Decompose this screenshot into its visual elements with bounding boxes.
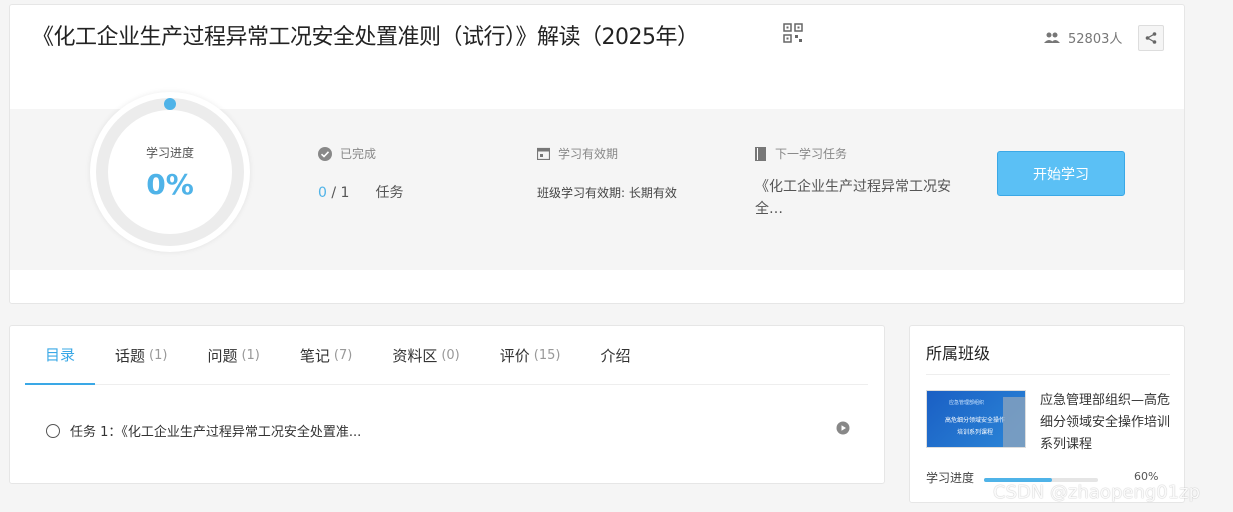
qr-code-icon[interactable] — [783, 23, 803, 43]
validity-stat: 学习有效期 班级学习有效期: 长期有效 — [537, 145, 677, 201]
next-task-stat: 下一学习任务 《化工企业生产过程异常工况安全… — [755, 145, 975, 220]
share-button[interactable] — [1138, 25, 1164, 51]
class-card-title: 所属班级 — [926, 344, 991, 363]
calendar-icon — [537, 147, 550, 160]
tab-4[interactable]: 资料区 (0) — [372, 326, 479, 385]
course-content-card: 目录 话题 (1) 问题 (1) 笔记 (7) 资料区 (0) 评价 (15) 介绍 任务 1：《化工… — [9, 325, 885, 484]
completed-stat: 已完成 0 / 1 任务 — [318, 145, 403, 202]
play-icon[interactable] — [836, 421, 850, 435]
class-thumbnail[interactable]: 应急管理部组织 高危细分领域安全操作 培训系列课程 — [926, 390, 1026, 448]
tab-count: (1) — [241, 348, 260, 363]
building-image — [1003, 397, 1025, 447]
tab-label: 评价 — [499, 347, 530, 365]
validity-label: 学习有效期 — [558, 147, 619, 161]
progress-ring: 学习进度 0% — [90, 92, 250, 252]
tab-label: 目录 — [45, 346, 76, 364]
next-task-label: 下一学习任务 — [775, 147, 848, 161]
check-circle-icon — [318, 146, 332, 161]
tab-count: (7) — [333, 348, 353, 363]
progress-value: 0% — [146, 168, 194, 201]
tab-label: 资料区 — [392, 347, 438, 365]
course-title: 《化工企业生产过程异常工况安全处置准则（试行）》解读（2025年） — [32, 25, 699, 50]
progress-ring-marker — [164, 98, 176, 110]
task-item[interactable]: 任务 1：《化工企业生产过程异常工况安全处置准... — [46, 421, 850, 440]
tab-3[interactable]: 笔记 (7) — [280, 326, 372, 385]
tab-label: 笔记 — [299, 347, 330, 365]
course-header-card: 《化工企业生产过程异常工况安全处置准则（试行）》解读（2025年） 52803人 — [9, 4, 1185, 304]
validity-text: 班级学习有效期: 长期有效 — [537, 186, 677, 200]
class-card: 所属班级 应急管理部组织 高危细分领域安全操作 培训系列课程 应急管理部组织—高… — [909, 325, 1185, 503]
tab-count: (0) — [441, 348, 460, 363]
start-learning-button[interactable]: 开始学习 — [997, 151, 1125, 196]
tab-label: 介绍 — [600, 347, 631, 365]
thumb-line-1: 应急管理部组织 — [949, 400, 985, 406]
thumb-line-3: 培训系列课程 — [957, 429, 994, 436]
tab-count: (15) — [533, 348, 561, 363]
completed-count: 0 — [318, 185, 327, 201]
csdn-watermark: CSDN @zhaopeng01zp — [993, 482, 1201, 503]
class-name-link[interactable]: 应急管理部组织—高危细分领域安全操作培训系列课程 — [1040, 390, 1176, 456]
next-task-text[interactable]: 《化工企业生产过程异常工况安全… — [755, 176, 975, 220]
thumb-line-2: 高危细分领域安全操作 — [945, 417, 1006, 424]
users-icon — [1044, 32, 1060, 43]
student-count-text: 52803人 — [1068, 32, 1123, 47]
tab-label: 话题 — [115, 347, 146, 365]
tab-5[interactable]: 评价 (15) — [480, 326, 581, 385]
task-title[interactable]: 任务 1：《化工企业生产过程异常工况安全处置准... — [70, 421, 361, 440]
completed-total: / 1 — [326, 185, 350, 201]
share-icon — [1145, 32, 1157, 44]
tab-0[interactable]: 目录 — [25, 326, 96, 385]
divider — [926, 374, 1170, 375]
progress-label: 学习进度 — [145, 146, 194, 160]
class-progress-label: 学习进度 — [926, 471, 975, 485]
completed-unit: 任务 — [375, 185, 404, 201]
tab-2[interactable]: 问题 (1) — [187, 326, 279, 385]
tab-label: 问题 — [207, 347, 238, 365]
tab-6[interactable]: 介绍 — [580, 326, 650, 385]
tab-count: (1) — [149, 348, 168, 363]
tab-1[interactable]: 话题 (1) — [95, 326, 187, 385]
student-count: 52803人 — [1044, 28, 1122, 47]
task-status-circle-icon — [46, 423, 60, 438]
completed-label: 已完成 — [340, 147, 377, 161]
book-icon — [755, 146, 766, 161]
course-tabs: 目录 话题 (1) 问题 (1) 笔记 (7) 资料区 (0) 评价 (15) 介绍 — [25, 326, 868, 385]
